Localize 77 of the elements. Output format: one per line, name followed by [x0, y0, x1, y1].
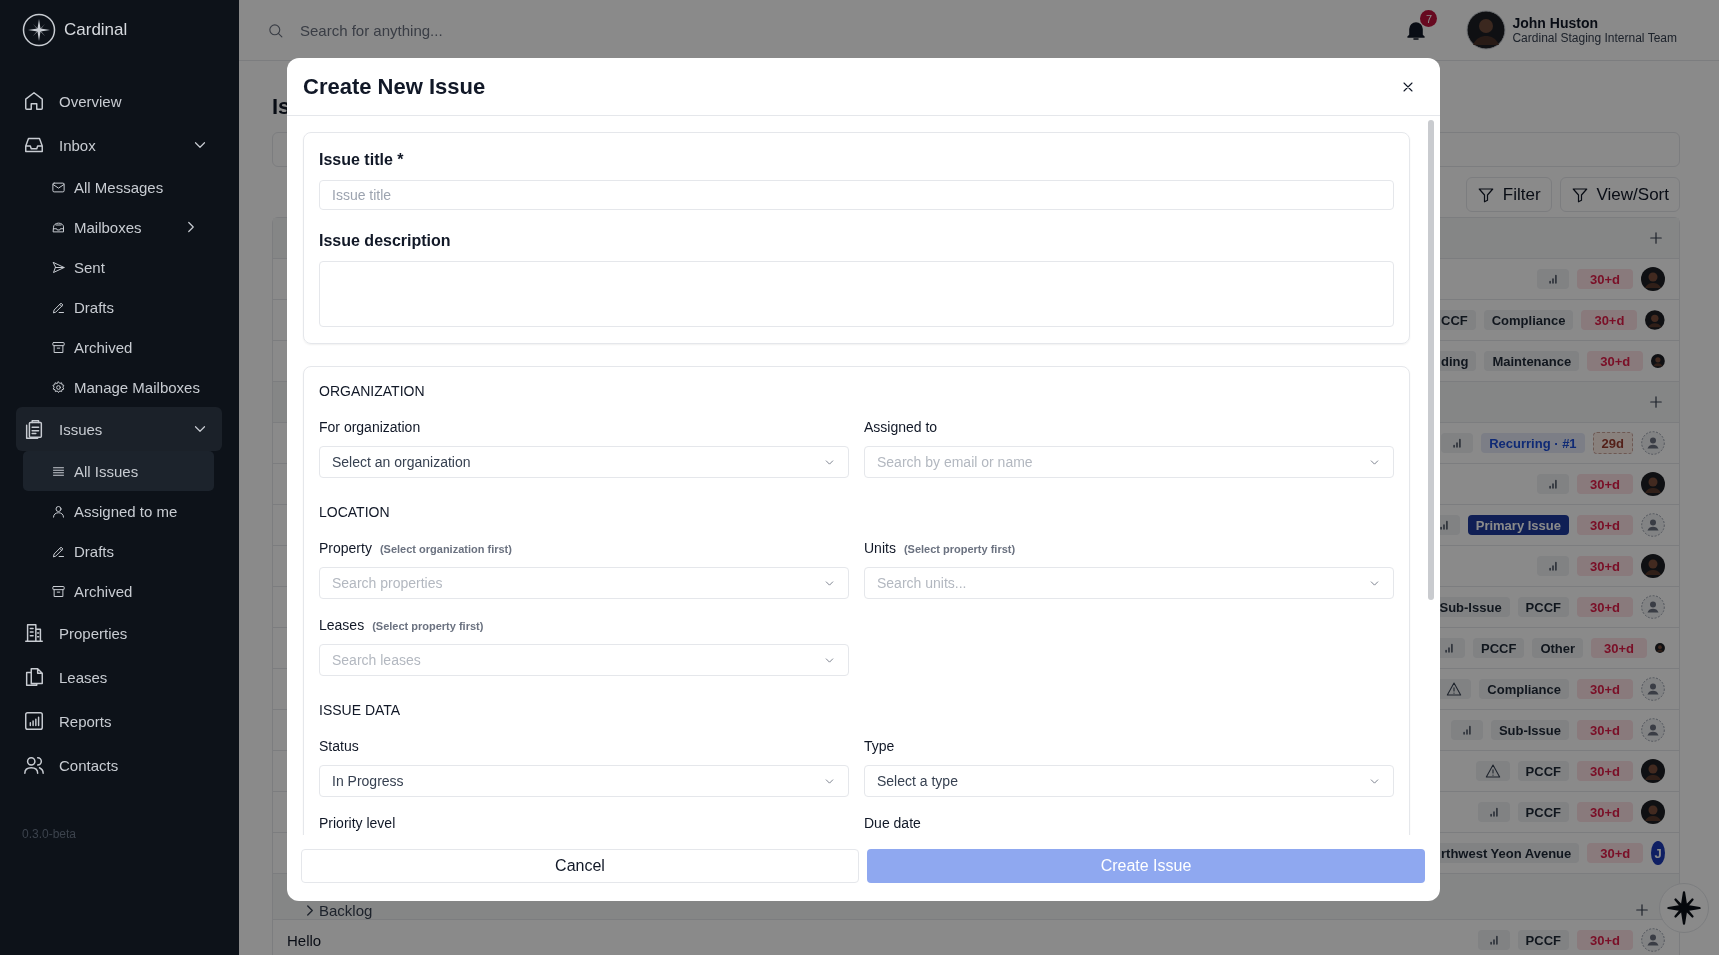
- field-label: Assigned to: [864, 419, 938, 435]
- nav-item[interactable]: Drafts: [23, 287, 214, 327]
- nav-item[interactable]: Contacts: [16, 743, 222, 787]
- field-label: Leases: [319, 617, 365, 633]
- tag: PCCF: [1517, 802, 1569, 822]
- age-badge: 30+d: [1577, 597, 1633, 617]
- field-label: For organization: [319, 419, 421, 435]
- nav-item[interactable]: Leases: [16, 655, 222, 699]
- dropdown[interactable]: In Progress: [319, 765, 849, 797]
- field-hint: (Select property first): [903, 543, 1016, 555]
- field-label: Type: [864, 738, 895, 754]
- field-label: Status: [319, 738, 359, 754]
- field-label: Due date: [864, 815, 921, 831]
- field-label: Property: [319, 540, 372, 556]
- filter-button[interactable]: View/Sort: [1559, 177, 1680, 212]
- avatar: J: [1651, 841, 1665, 865]
- nav-item[interactable]: Inbox: [16, 123, 222, 167]
- section-heading: ORGANIZATION: [319, 383, 426, 399]
- dialog-title: Create New Issue: [303, 73, 486, 100]
- nav-item[interactable]: Assigned to me: [23, 491, 214, 531]
- issue-title: Hello: [287, 931, 322, 949]
- age-badge: 30+d: [1577, 679, 1633, 699]
- age-badge: 30+d: [1577, 474, 1633, 494]
- nav-item[interactable]: Properties: [16, 611, 222, 655]
- field-hint: (Select property first): [372, 620, 484, 632]
- section-heading: ISSUE DATA: [319, 702, 402, 718]
- cancel-button[interactable]: Cancel: [301, 849, 859, 883]
- tag: PCCF: [1517, 761, 1569, 781]
- tag: PCCF: [1517, 597, 1569, 617]
- field-label: Priority level: [319, 815, 396, 831]
- nav-item[interactable]: All Messages: [23, 167, 214, 207]
- field-hint: (Select organization first): [379, 543, 512, 555]
- age-badge: 30+d: [1577, 556, 1633, 576]
- nav-item[interactable]: Archived: [23, 571, 214, 611]
- tag: Sub-Issue: [1490, 720, 1569, 740]
- age-badge: 30+d: [1577, 761, 1633, 781]
- nav-item[interactable]: Mailboxes: [23, 207, 214, 247]
- input-field[interactable]: Issue title: [319, 180, 1394, 210]
- section-heading: LOCATION: [319, 504, 391, 520]
- age-badge: 30+d: [1587, 351, 1644, 371]
- tag: PCCF: [1473, 638, 1525, 658]
- nav-item[interactable]: Overview: [16, 79, 222, 123]
- filter-button[interactable]: Filter: [1465, 177, 1552, 212]
- search-field[interactable]: Search for anything...: [298, 20, 1391, 40]
- nav-item[interactable]: Archived: [23, 327, 214, 367]
- age-badge: 30+d: [1577, 802, 1633, 822]
- nav-item[interactable]: Reports: [16, 699, 222, 743]
- group-label: Backlog: [319, 902, 373, 919]
- nav-item[interactable]: Issues: [16, 407, 222, 451]
- field-label: Issue title *: [319, 151, 405, 169]
- age-badge: 30+d: [1577, 720, 1633, 740]
- age-badge: 30+d: [1577, 515, 1633, 535]
- field-label: Issue description: [319, 232, 452, 250]
- user-team: Cardinal Staging Internal Team: [1512, 31, 1677, 45]
- dropdown[interactable]: Select an organization: [319, 446, 849, 478]
- nav-item[interactable]: Manage Mailboxes: [23, 367, 214, 407]
- notification-count: 7: [1420, 10, 1438, 27]
- age-badge: 30+d: [1591, 638, 1648, 658]
- nav-item[interactable]: Sent: [23, 247, 214, 287]
- age-badge: 30+d: [1581, 310, 1638, 330]
- nav-item[interactable]: Drafts: [23, 531, 214, 571]
- dropdown[interactable]: Select a type: [864, 765, 1394, 797]
- nav-item[interactable]: All Issues: [23, 451, 214, 491]
- tag: Other: [1532, 638, 1584, 658]
- age-badge: 30+d: [1577, 930, 1633, 950]
- brand-name: Cardinal: [64, 20, 128, 40]
- age-badge: 29d: [1592, 432, 1633, 454]
- tag: Maintenance: [1484, 351, 1580, 371]
- user-name: John Huston: [1512, 15, 1599, 31]
- primary-tag: Primary Issue: [1467, 515, 1569, 535]
- field-label: Units: [864, 540, 896, 556]
- tag: Compliance: [1483, 310, 1574, 330]
- age-badge: 30+d: [1577, 269, 1633, 289]
- recurring-tag: Recurring · #1: [1481, 433, 1585, 453]
- tag: Compliance: [1479, 679, 1569, 699]
- tag: PCCF: [1517, 930, 1569, 950]
- age-badge: 30+d: [1587, 843, 1644, 863]
